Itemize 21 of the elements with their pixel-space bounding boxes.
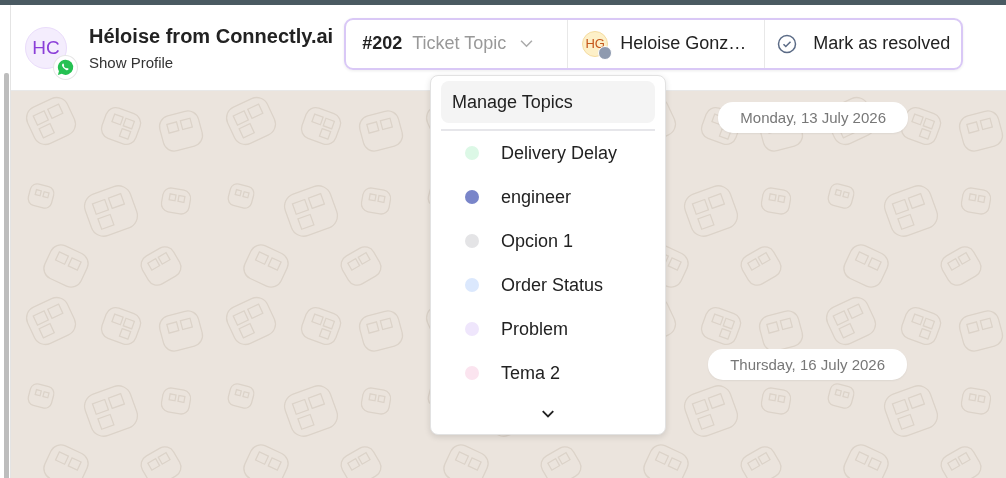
mark-resolved-button[interactable]: Mark as resolved [765,19,962,68]
chevron-down-icon [520,39,534,48]
check-circle-icon [777,33,798,54]
show-profile-link[interactable]: Show Profile [89,53,334,71]
ticket-topic-dropdown[interactable]: #202 Ticket Topic [346,19,569,68]
chevron-down-icon[interactable] [541,409,555,419]
whatsapp-icon [53,55,78,80]
contact-name: Héloise from Connectly.ai [89,24,334,48]
topic-option[interactable]: Order Status [441,263,655,307]
date-divider: Monday, 13 July 2026 [718,102,908,133]
topic-option[interactable]: engineer [441,175,655,219]
assignee-avatar: HG [582,30,609,57]
assignee-button[interactable]: HG Heloise Gonz… [568,19,766,68]
date-divider: Thursday, 16 July 2026 [708,349,907,380]
topic-option[interactable]: Opcion 1 [441,219,655,263]
scrollbar[interactable] [4,73,9,478]
topic-option[interactable]: Tema 2 [441,351,655,395]
contact-avatar: HC [25,26,67,69]
manage-topics-item[interactable]: Manage Topics [441,81,655,123]
topic-option[interactable]: Delivery Delay [441,131,655,175]
topic-option[interactable]: Problem [441,307,655,351]
